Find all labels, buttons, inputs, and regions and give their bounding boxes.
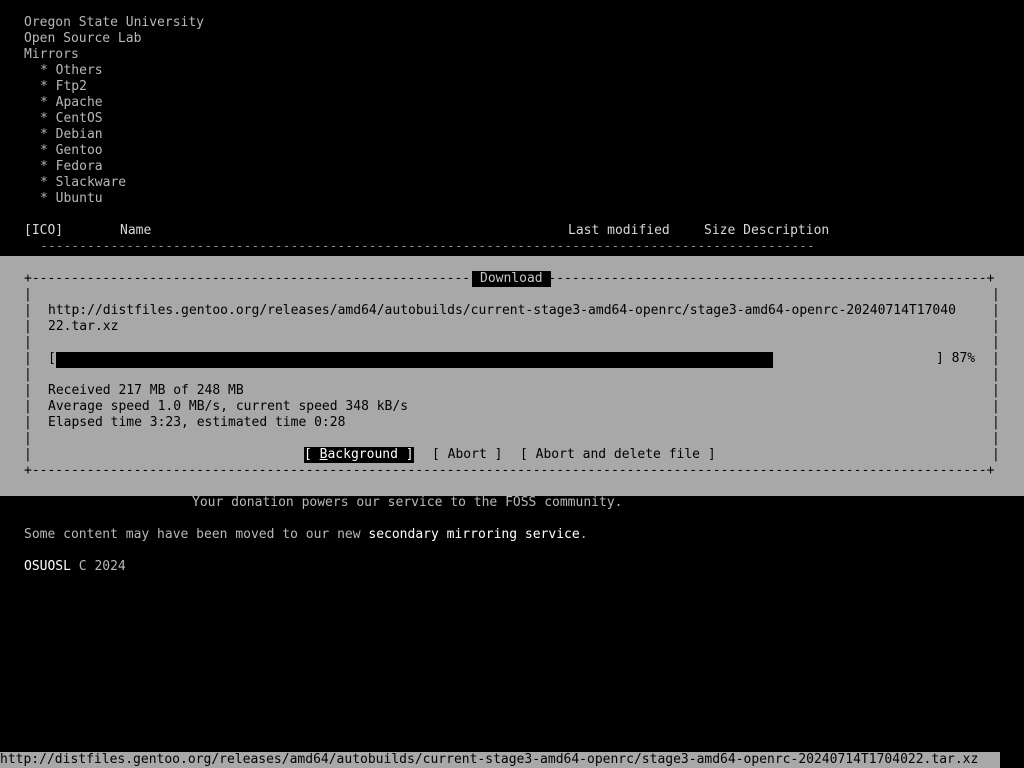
elapsed-text: Elapsed time 3:23, estimated time 0:28 bbox=[48, 415, 346, 430]
osuosl-link[interactable]: OSUOSL bbox=[24, 559, 71, 574]
site-org: Oregon State University bbox=[24, 15, 205, 30]
dialog-title: Download bbox=[472, 271, 551, 287]
listing-divider: ----------------------------------------… bbox=[40, 239, 816, 254]
mirror-link-centos[interactable]: * CentOS bbox=[40, 111, 103, 127]
mirrors-heading: Mirrors bbox=[24, 47, 79, 62]
col-last-modified[interactable]: Last modified bbox=[568, 223, 670, 239]
download-dialog: +---------------------------------------… bbox=[0, 256, 1024, 496]
mirror-link-ubuntu[interactable]: * Ubuntu bbox=[40, 191, 103, 207]
secondary-mirroring-link[interactable]: secondary mirroring service bbox=[368, 527, 579, 542]
col-ico: [ICO] bbox=[24, 223, 64, 238]
mirror-link-fedora[interactable]: * Fedora bbox=[40, 159, 103, 175]
progress-percent: ] 87% bbox=[936, 351, 976, 366]
copyright: OSUOSL C 2024 bbox=[24, 559, 126, 574]
col-name[interactable]: Name bbox=[120, 223, 151, 239]
mirror-link-ftp2[interactable]: * Ftp2 bbox=[40, 79, 87, 95]
mirror-link-apache[interactable]: * Apache bbox=[40, 95, 103, 111]
download-url-line1: http://distfiles.gentoo.org/releases/amd… bbox=[48, 303, 956, 318]
progress-fill bbox=[56, 352, 773, 368]
col-size-description[interactable]: Size Description bbox=[704, 223, 829, 239]
mirror-link-slackware[interactable]: * Slackware bbox=[40, 175, 126, 191]
speed-text: Average speed 1.0 MB/s, current speed 34… bbox=[48, 399, 409, 414]
site-lab: Open Source Lab bbox=[24, 31, 142, 46]
donation-text: Your donation powers our service to the … bbox=[192, 495, 623, 510]
received-text: Received 217 MB of 248 MB bbox=[48, 383, 244, 398]
background-button[interactable]: [ Background ] bbox=[304, 447, 414, 463]
mirror-link-others[interactable]: * Others bbox=[40, 63, 103, 79]
progress-bar bbox=[56, 352, 773, 368]
progress-bracket-open: [ bbox=[48, 351, 56, 366]
abort-button[interactable]: [ Abort ] bbox=[432, 447, 502, 463]
download-url-line2: 22.tar.xz bbox=[48, 319, 119, 334]
moved-notice: Some content may have been moved to our … bbox=[24, 527, 588, 542]
abort-delete-button[interactable]: [ Abort and delete file ] bbox=[520, 447, 716, 463]
mirror-link-gentoo[interactable]: * Gentoo bbox=[40, 143, 103, 159]
mirror-link-debian[interactable]: * Debian bbox=[40, 127, 103, 143]
dialog-border-bottom: +---------------------------------------… bbox=[24, 463, 995, 478]
status-bar-url: http://distfiles.gentoo.org/releases/amd… bbox=[0, 752, 1000, 768]
